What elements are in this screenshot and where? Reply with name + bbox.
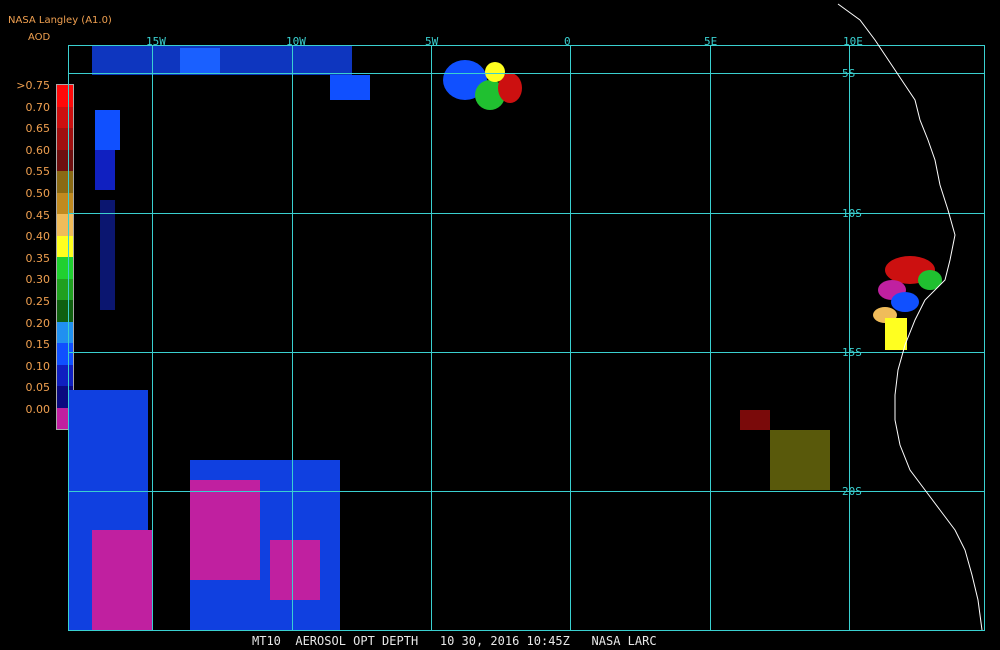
aerosol-field-west — [92, 45, 370, 310]
longitude-label: 5W — [425, 35, 439, 48]
longitude-label: 10E — [843, 35, 863, 48]
coastline — [837, 3, 983, 631]
latitude-label: 5S — [842, 67, 855, 80]
longitude-label: 10W — [286, 35, 306, 48]
latitude-label: 20S — [842, 485, 862, 498]
latitude-label: 10S — [842, 207, 862, 220]
aerosol-field-north-cluster — [443, 60, 522, 110]
latitude-labels: 5S 10S 15S 20S — [842, 67, 862, 498]
aerosol-field-southwest — [68, 390, 340, 630]
footer-caption: MT10 AEROSOL OPT DEPTH 10 30, 2016 10:45… — [252, 634, 657, 648]
longitude-label: 15W — [146, 35, 166, 48]
longitude-label: 5E — [704, 35, 717, 48]
latitude-label: 15S — [842, 346, 862, 359]
longitude-label: 0 — [564, 35, 571, 48]
map-canvas: 15W 10W 5W 0 5E 10E 5S 10S 15S 20S — [68, 3, 985, 631]
aerosol-field-coast — [740, 256, 942, 490]
